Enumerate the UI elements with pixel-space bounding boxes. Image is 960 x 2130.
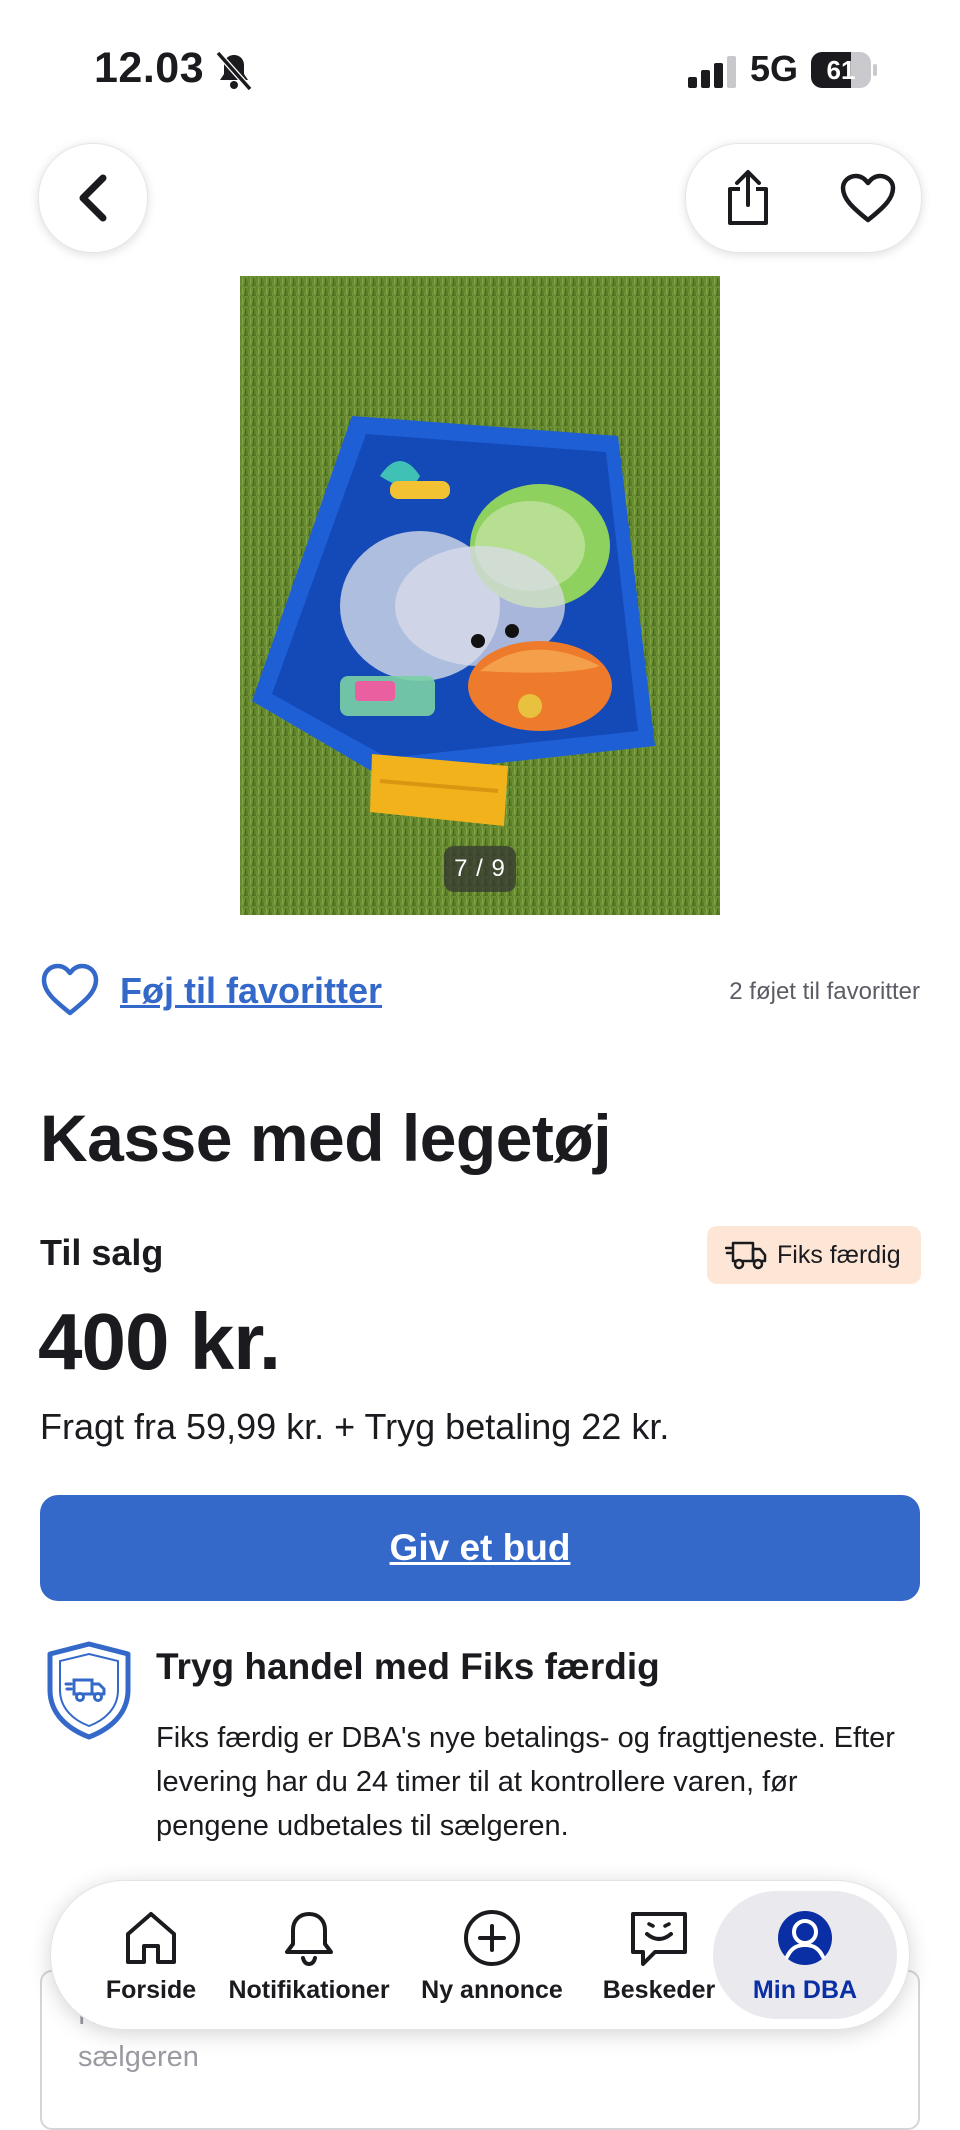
heart-icon (840, 173, 896, 223)
nav-min-dba[interactable]: Min DBA (727, 1881, 883, 2029)
nav-forside[interactable]: Forside (81, 1881, 221, 2029)
delivery-truck-icon (725, 1241, 767, 1270)
cellular-signal-icon (688, 56, 736, 88)
chevron-left-icon (79, 174, 107, 222)
trust-title: Tryg handel med Fiks færdig (156, 1646, 660, 1687)
make-offer-button[interactable]: Giv et bud (40, 1495, 920, 1601)
nav-beskeder[interactable]: Beskeder (599, 1881, 719, 2029)
toy-box-image (240, 276, 720, 915)
trust-description: Fiks færdig er DBA's nye betalings- og f… (156, 1722, 895, 1842)
home-icon (126, 1912, 176, 1964)
image-counter: 7 / 9 (444, 846, 516, 892)
share-icon (728, 170, 768, 225)
nav-label-forside: Forside (105, 1976, 197, 2004)
back-button[interactable] (38, 143, 148, 253)
listing-photo[interactable] (240, 276, 720, 915)
badge-label: Fiks færdig (777, 1240, 901, 1269)
add-to-favorites-link[interactable]: Føj til favoritter (120, 970, 382, 1012)
share-favorite-group (685, 143, 922, 253)
fiks-faerdig-badge: Fiks færdig (707, 1226, 921, 1284)
shield-truck-icon (47, 1641, 131, 1740)
heart-outline-icon[interactable] (40, 962, 100, 1018)
favorite-count: 2 føjet til favoritter (729, 978, 920, 1005)
bell-icon (285, 1912, 333, 1967)
listing-title: Kasse med legetøj (40, 1101, 612, 1175)
bell-muted-icon (215, 51, 253, 91)
user-icon (778, 1911, 832, 1965)
share-button[interactable] (706, 156, 790, 240)
chat-icon (631, 1912, 687, 1966)
nav-label-notifikationer: Notifikationer (228, 1976, 390, 2004)
nav-label-beskeder: Beskeder (602, 1976, 716, 2004)
price: 400 kr. (38, 1297, 281, 1386)
nav-label-ny-annonce: Ny annonce (421, 1976, 563, 2004)
favorite-button[interactable] (826, 156, 910, 240)
battery-indicator: 61 (811, 52, 877, 88)
status-time: 12.03 (94, 44, 205, 92)
bottom-navigation: Forside Notifikationer Ny annonce Besked… (50, 1880, 910, 2030)
plus-circle-icon (464, 1910, 520, 1966)
shipping-info: Fragt fra 59,99 kr. + Tryg betaling 22 k… (40, 1406, 670, 1447)
nav-label-min-dba: Min DBA (752, 1976, 858, 2004)
battery-level: 61 (826, 54, 856, 85)
network-type: 5G (750, 48, 799, 89)
nav-ny-annonce[interactable]: Ny annonce (407, 1881, 577, 2029)
sale-type: Til salg (40, 1232, 164, 1273)
nav-notifikationer[interactable]: Notifikationer (221, 1881, 397, 2029)
